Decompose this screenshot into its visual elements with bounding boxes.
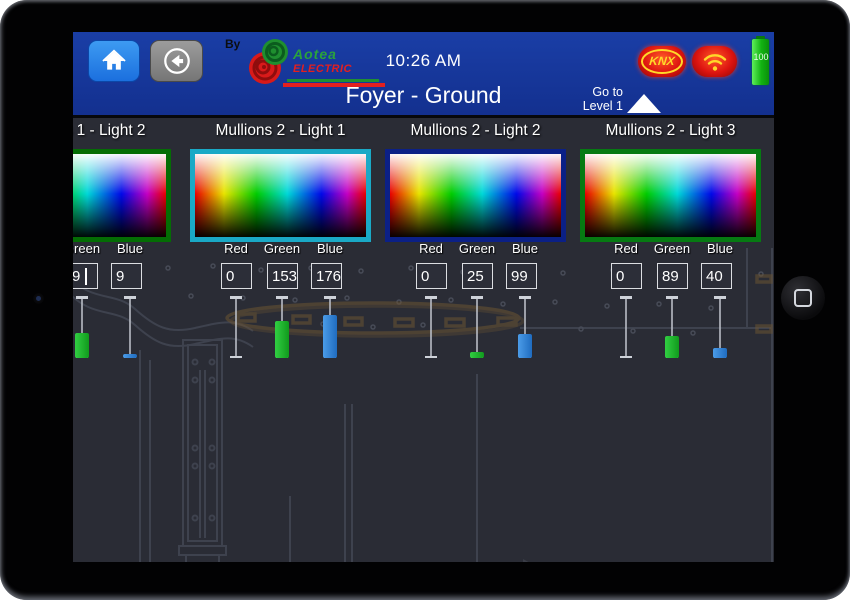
blue-slider[interactable] [713,296,727,358]
battery-level: 100 [748,52,774,62]
knx-label: KNX [637,54,686,68]
color-gradient [390,154,561,237]
light-column-2: Mullions 2 - Light 1 Red Green Blue 0 15… [183,118,378,418]
wifi-status-indicator [692,46,737,77]
blue-slider[interactable] [123,296,137,358]
red-label: Red [214,241,258,256]
green-label: Green [455,241,499,256]
light-column-3: Mullions 2 - Light 2 Red Green Blue 0 25… [378,118,573,418]
red-value-input[interactable]: 0 [611,263,642,289]
green-value-input[interactable]: 153 [267,263,298,289]
arrow-right-icon [523,559,545,562]
green-value-input[interactable]: 89 [657,263,688,289]
header-bar: By Aotea ELECTRIC 10:26 AM KNX [73,32,774,118]
green-value-input[interactable]: 9 [73,263,98,289]
blue-label: Blue [308,241,352,256]
blue-value-input[interactable]: 99 [506,263,537,289]
light-column-1: Mullions 1 - Light 2 Red Green Blue 9 9 [73,118,178,418]
green-slider[interactable] [665,296,679,358]
green-slider-fill [665,336,679,358]
hardware-home-button[interactable] [781,276,825,320]
green-slider-fill [75,333,89,358]
green-value-input[interactable]: 25 [462,263,493,289]
color-picker[interactable] [385,149,566,242]
blue-slider[interactable] [518,296,532,358]
green-slider-fill [275,321,289,358]
triangle-up-icon [627,94,661,113]
knx-status-indicator: KNX [638,46,686,77]
content-area: Mullions 1 - Light 2 Red Green Blue 9 9 … [73,118,774,562]
color-gradient [585,154,756,237]
text-cursor [85,268,87,285]
light-name: Mullions 2 - Light 2 [378,122,573,140]
green-slider-fill [470,352,484,358]
color-gradient [73,154,166,237]
green-slider[interactable] [275,296,289,358]
blue-value-input[interactable]: 176 [311,263,342,289]
light-name: Mullions 1 - Light 2 [73,122,178,140]
light-name: Mullions 2 - Light 3 [573,122,768,140]
goto-label-line2: Level 1 [571,99,623,113]
red-label: Red [604,241,648,256]
green-slider[interactable] [75,296,89,358]
light-name: Mullions 2 - Light 1 [183,122,378,140]
red-slider[interactable] [424,296,438,358]
light-column-4: Mullions 2 - Light 3 Red Green Blue 0 89… [573,118,768,418]
green-label: Green [650,241,694,256]
blue-slider[interactable] [323,296,337,358]
blue-slider-fill [123,354,137,358]
blue-value-input[interactable]: 40 [701,263,732,289]
red-value-input[interactable]: 0 [221,263,252,289]
green-label: Green [260,241,304,256]
blue-label: Blue [698,241,742,256]
blue-slider-fill [713,348,727,358]
goto-label-line1: Go to [571,85,623,99]
color-gradient [195,154,366,237]
green-slider[interactable] [470,296,484,358]
green-label: Green [73,241,104,256]
battery-icon: 100 [752,39,769,85]
wifi-icon [701,50,729,74]
blue-label: Blue [503,241,547,256]
red-slider[interactable] [229,296,243,358]
color-picker[interactable] [190,149,371,242]
blue-value-input[interactable]: 9 [111,263,142,289]
tablet-frame: By Aotea ELECTRIC 10:26 AM KNX [0,0,850,600]
blue-label: Blue [108,241,152,256]
goto-level1-button[interactable]: Go to Level 1 [571,85,691,115]
page-arrows[interactable] [523,559,545,562]
app-screen: By Aotea ELECTRIC 10:26 AM KNX [73,32,774,562]
color-picker[interactable] [580,149,761,242]
color-picker[interactable] [73,149,171,242]
red-slider[interactable] [619,296,633,358]
blue-slider-fill [323,315,337,358]
red-label: Red [409,241,453,256]
battery-nub [756,36,765,39]
front-camera [33,293,44,304]
blue-slider-fill [518,334,532,358]
red-value-input[interactable]: 0 [416,263,447,289]
